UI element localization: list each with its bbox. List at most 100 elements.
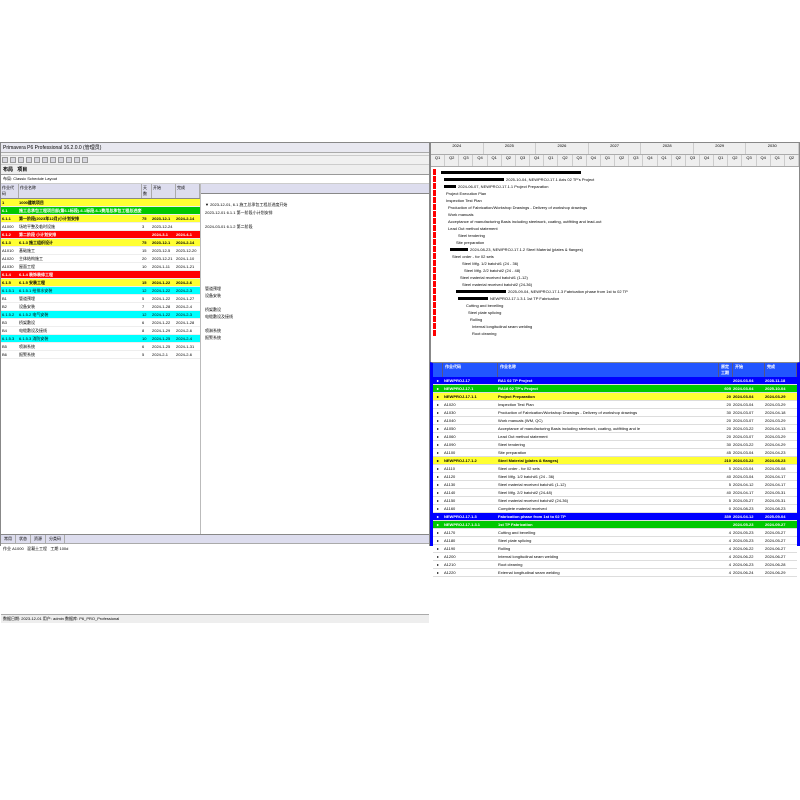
table-row[interactable]: ▸A1040Work manuals (WM, QC)202024-03-072… — [433, 417, 797, 425]
gantt-bar[interactable] — [444, 185, 456, 188]
gantt-chart[interactable]: ▼ 2023-12-01, 6.1 施工总承包工程总进度开始2023-12-01… — [201, 184, 429, 534]
details-tabs[interactable]: 常用状态资源分类码 — [1, 535, 429, 544]
gantt-bar[interactable] — [441, 171, 581, 174]
table-row[interactable]: ▸A1100Site preparation452024-03-042024-0… — [433, 449, 797, 457]
gantt-bar[interactable] — [458, 297, 488, 300]
open-icon[interactable] — [10, 157, 16, 163]
gantt-row[interactable]: Project Execution Plan — [433, 190, 486, 196]
toolbar[interactable] — [1, 156, 429, 165]
table-row[interactable]: ▸NEWPROJ-17.1.3Fabrication phase from 1s… — [433, 513, 797, 521]
gantt-row[interactable] — [433, 169, 583, 175]
paste-icon[interactable] — [50, 157, 56, 163]
table-row[interactable]: ▸A1120Steel Mfg. 1/2 batch#1 (24 - 36)40… — [433, 473, 797, 481]
gantt-row[interactable]: Lead Out method statement — [433, 225, 498, 231]
row-icon: ▸ — [433, 545, 443, 552]
zoom-out-icon[interactable] — [82, 157, 88, 163]
table-row[interactable]: ▸A1050Acceptance of manufacturing Basis … — [433, 425, 797, 433]
table-row[interactable]: ▸A1030Production of Fabrication/Workshop… — [433, 409, 797, 417]
tab-project[interactable]: 项目 — [17, 167, 27, 173]
table-row[interactable]: B2设备安装72024-1-282024-2-4 — [1, 303, 200, 311]
table-row[interactable]: ▸NEWPROJ-17.1.2Steel Material (plates & … — [433, 457, 797, 465]
gantt-row[interactable]: Steel Mfg. 2/2 batch#2 (24 - 48) — [433, 267, 520, 273]
table-row[interactable]: ▸A1090Steel tendering302024-03-222024-04… — [433, 441, 797, 449]
gantt-row[interactable]: Steel order - for 02 sets — [433, 253, 494, 259]
gantt-bar[interactable] — [444, 178, 504, 181]
table-row[interactable]: 6.1施工总承包工程项目部(第6.1标段)-6.1标段-6-1费用总承包工程总进… — [1, 207, 200, 215]
table-row[interactable]: 11000建筑项目 — [1, 199, 200, 207]
table-row[interactable]: A1010基础施工152023-12-52023-12-20 — [1, 247, 200, 255]
table-row[interactable]: B1管道预埋52024-1-222024-1-27 — [1, 295, 200, 303]
table-row[interactable]: ▸A1210Root cleaning42024-06-232024-06-28 — [433, 561, 797, 569]
gantt-row[interactable]: Inspection Test Plan — [433, 197, 482, 203]
table-row[interactable]: 6.1.36.1.3 施工组织设计752023-12-12024-2-14 — [1, 239, 200, 247]
table-row[interactable]: ▸A1170Cutting and bevelling42024-05-2320… — [433, 529, 797, 537]
table-row[interactable]: ▸NEWPROJ-17.1.3.11st TP Fabrication2024-… — [433, 521, 797, 529]
table-row[interactable]: ▸A1190Rolling42024-06-222024-06-27 — [433, 545, 797, 553]
gantt-row[interactable]: Acceptance of manufacturing Basis includ… — [433, 218, 601, 224]
table-row[interactable]: A1020主体结构施工202023-12-212024-1-10 — [1, 255, 200, 263]
table-row[interactable]: ▸A1020Inspection Test Plan202024-03-0420… — [433, 401, 797, 409]
details-pane[interactable]: 常用状态资源分类码 作业 A1000 混凝土工程 工期 100d — [1, 534, 429, 614]
table-row[interactable]: 6.1.5.36.1.5.3 消防安装102024-1-252024-2-4 — [1, 335, 200, 343]
table-row[interactable]: ▸A1130Steel material received batch#1 (1… — [433, 481, 797, 489]
table-row[interactable]: A1000场地平整及临时设施32023-12-24 — [1, 223, 200, 231]
table-row[interactable]: 6.1.5.26.1.5.2 电气安装122024-1-222024-2-3 — [1, 311, 200, 319]
gantt-row[interactable]: Production of Fabrication/Workshop Drawi… — [433, 204, 587, 210]
copy-icon[interactable] — [42, 157, 48, 163]
zoom-in-icon[interactable] — [74, 157, 80, 163]
gantt-row[interactable]: 2024-06-07, NEWPROJ-17.1.1 Project Prepa… — [433, 183, 549, 189]
gantt-bar[interactable] — [450, 248, 468, 251]
table-row[interactable]: ▸A1110Steel order - for 02 sets52024-03-… — [433, 465, 797, 473]
gantt-row[interactable]: 2025-09-04, NEWPROJ-17.1.3 Fabrication p… — [433, 288, 628, 294]
gantt-label: Steel tendering — [458, 233, 485, 238]
row-icon: ▸ — [433, 521, 443, 528]
row-icon: ▸ — [433, 425, 443, 432]
table-row[interactable]: 6.1.56.1.5 安装工程152024-1-222024-2-6 — [1, 279, 200, 287]
gantt-row[interactable]: 2025-10-04, NEWPROJ-17.1 Axis 02 TP's Pr… — [433, 176, 594, 182]
table-row[interactable]: ▸NEWPROJ-17.1.1Project Preparation202024… — [433, 393, 797, 401]
table-row[interactable]: 6.1.1第一阶段(2023年12月)小计划安排752023-12-12024-… — [1, 215, 200, 223]
table-row[interactable]: ▸A1150Steel material received batch#2 (2… — [433, 497, 797, 505]
table-row[interactable]: 6.1.5.16.1.5.1 给排水安装122024-1-222024-2-3 — [1, 287, 200, 295]
new-icon[interactable] — [2, 157, 8, 163]
gantt-row[interactable]: NEWPROJ-17.1.3.1 1st TP Fabrication — [433, 295, 559, 301]
activity-table-right[interactable]: 作业代码 作业名称 原定工期 开始 完成 ▸NEWPROJ-17RA1 02 T… — [430, 362, 800, 546]
redo-icon[interactable] — [66, 157, 72, 163]
table-row[interactable]: B6报警系统52024-2-12024-2-6 — [1, 351, 200, 359]
gantt-row[interactable]: Root cleaning — [433, 330, 496, 336]
gantt-row[interactable]: Steel material received batch#1 (1-12) — [433, 274, 528, 280]
table-row[interactable]: B4电缆敷设及接线82024-1-292024-2-6 — [1, 327, 200, 335]
table-row[interactable]: ▸A1060Lead Out method statement202024-03… — [433, 433, 797, 441]
cut-icon[interactable] — [34, 157, 40, 163]
table-row[interactable]: ▸A1200Internal longitudinal seam welding… — [433, 553, 797, 561]
table-row[interactable]: B5喷淋系统62024-1-252024-1-31 — [1, 343, 200, 351]
table-row[interactable]: ▸A1140Steel Mfg. 2/2 batch#2 (24-48)4020… — [433, 489, 797, 497]
gantt-row[interactable]: Steel Mfg. 1/2 batch#1 (24 - 36) — [433, 260, 518, 266]
save-icon[interactable] — [18, 157, 24, 163]
table-row[interactable]: ▸A1180Steel plate splicing42024-05-23202… — [433, 537, 797, 545]
table-row[interactable]: A1030屋面工程102024-1-112024-1-21 — [1, 263, 200, 271]
table-row[interactable]: 6.1.2第二阶段 小计划安排2024-3-12024-4-1 — [1, 231, 200, 239]
table-row[interactable]: 6.1.46.1.4 装饰装修工程 — [1, 271, 200, 279]
activity-table[interactable]: 作业代码 作业名称 天数 开始 完成 11000建筑项目6.1施工总承包工程项目… — [1, 184, 201, 534]
table-row[interactable]: ▸A1220External longitudinal seam welding… — [433, 569, 797, 577]
table-row[interactable]: ▸A1160Complete material received02024-08… — [433, 505, 797, 513]
gantt-bar[interactable] — [456, 290, 506, 293]
gantt-row[interactable]: Cutting and bevelling — [433, 302, 503, 308]
table-row[interactable]: B3桥架敷设62024-1-222024-1-28 — [1, 319, 200, 327]
gantt-row[interactable]: Steel material received batch#2 (24-36) — [433, 281, 532, 287]
gantt-row[interactable]: 2024-08-23, NEWPROJ-17.1.2 Steel Materia… — [433, 246, 583, 252]
undo-icon[interactable] — [58, 157, 64, 163]
gantt-row[interactable]: Work manuals — [433, 211, 474, 217]
table-row[interactable]: ▸NEWPROJ-17RA1 02 TP Project2024-03-0420… — [433, 377, 797, 385]
gantt-comparison[interactable]: 2024202520262027202820292030 Q1Q2Q3Q4Q1Q… — [430, 142, 800, 362]
gantt-row[interactable]: Site preparation — [433, 239, 484, 245]
gantt-row[interactable]: Steel tendering — [433, 232, 485, 238]
gantt-row[interactable]: Internal longitudinal seam welding — [433, 323, 532, 329]
gantt-row[interactable]: Steel plate splicing — [433, 309, 501, 315]
tab-layout[interactable]: 布局 — [3, 167, 13, 173]
print-icon[interactable] — [26, 157, 32, 163]
gantt-label: Steel Mfg. 2/2 batch#2 (24 - 48) — [464, 268, 520, 273]
gantt-row[interactable]: Rolling — [433, 316, 482, 322]
table-row[interactable]: ▸NEWPROJ-17.1RA18 02 TP's Project6052024… — [433, 385, 797, 393]
